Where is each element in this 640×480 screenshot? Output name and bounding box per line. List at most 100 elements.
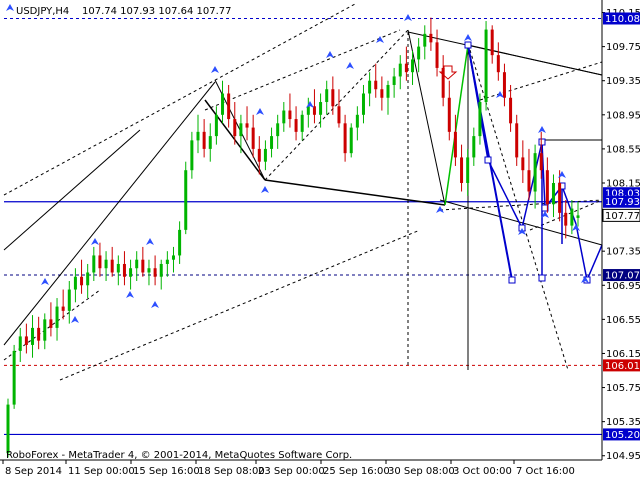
candle-body bbox=[227, 93, 231, 120]
candle-body bbox=[12, 350, 16, 405]
candle-body bbox=[245, 123, 249, 128]
candle-body bbox=[129, 268, 133, 277]
candle-body bbox=[306, 106, 310, 115]
candle-body bbox=[196, 131, 200, 141]
candle-body bbox=[178, 229, 182, 256]
y-tick-label: 108.55 bbox=[606, 144, 640, 155]
candle-body bbox=[55, 306, 59, 328]
x-tick-label: 30 Sep 08:00 bbox=[388, 466, 455, 477]
candle-body bbox=[355, 114, 359, 128]
y-tick-label: 104.95 bbox=[606, 451, 640, 462]
x-tick-label: 3 Oct 00:00 bbox=[453, 466, 512, 477]
candle-body bbox=[423, 33, 427, 47]
candle-body bbox=[343, 123, 347, 154]
candle-body bbox=[37, 327, 41, 341]
candle-body bbox=[466, 157, 470, 183]
y-tick-label: 109.75 bbox=[606, 42, 640, 53]
ohlc-values: 107.74 107.93 107.64 107.77 bbox=[82, 6, 232, 17]
x-tick-label: 25 Sep 16:00 bbox=[323, 466, 390, 477]
candle-body bbox=[153, 268, 157, 277]
candle-body bbox=[331, 89, 335, 107]
candle-body bbox=[257, 148, 261, 162]
candle bbox=[6, 398, 10, 458]
candle-body bbox=[61, 306, 65, 311]
copyright-text: RoboForex - MetaTrader 4, © 2001-2014, M… bbox=[6, 450, 352, 461]
candle-body bbox=[478, 102, 482, 137]
candle-body bbox=[441, 67, 445, 98]
candle-body bbox=[527, 170, 531, 192]
candle-body bbox=[417, 46, 421, 60]
y-tick-label: 109.35 bbox=[606, 76, 640, 87]
candle-body bbox=[80, 276, 84, 286]
candle-body bbox=[472, 136, 476, 158]
candle-body bbox=[392, 76, 396, 85]
wave-node bbox=[484, 156, 492, 164]
candle-body bbox=[116, 263, 120, 273]
price-tag-label: 105.20 bbox=[605, 430, 640, 441]
y-tick-label: 108.95 bbox=[606, 110, 640, 121]
candle-body bbox=[24, 336, 28, 345]
candle-body bbox=[6, 404, 10, 454]
candle-body bbox=[515, 123, 519, 158]
candle bbox=[349, 123, 353, 158]
candle-body bbox=[294, 119, 298, 132]
price-tag-label: 106.01 bbox=[605, 361, 640, 372]
candle-body bbox=[263, 148, 267, 162]
candle-body bbox=[104, 259, 108, 269]
candle-body bbox=[300, 114, 304, 132]
candle-body bbox=[190, 140, 194, 171]
candle-body bbox=[159, 263, 163, 277]
chart-header: USDJPY,H4 bbox=[16, 6, 69, 17]
candle-body bbox=[570, 208, 574, 226]
candle-body bbox=[141, 259, 145, 273]
x-tick-label: 7 Oct 16:00 bbox=[516, 466, 575, 477]
candle bbox=[184, 161, 188, 235]
candle-body bbox=[165, 259, 169, 264]
candle-body bbox=[288, 110, 292, 120]
candle-body bbox=[564, 212, 568, 226]
y-tick-label: 105.75 bbox=[606, 383, 640, 394]
candle-body bbox=[221, 93, 225, 115]
candle-body bbox=[202, 131, 206, 149]
candle-body bbox=[319, 102, 323, 115]
x-tick-label: 11 Sep 00:00 bbox=[68, 466, 135, 477]
candle-body bbox=[92, 255, 96, 273]
candle-body bbox=[325, 89, 329, 103]
candle-body bbox=[368, 80, 372, 94]
x-tick-label: 23 Sep 00:00 bbox=[258, 466, 325, 477]
x-tick-label: 8 Sep 2014 bbox=[5, 466, 62, 477]
candle-body bbox=[551, 182, 555, 205]
candle-body bbox=[404, 63, 408, 73]
wave-node bbox=[538, 274, 546, 282]
candle-body bbox=[361, 93, 365, 115]
candle-body bbox=[490, 29, 494, 56]
x-tick-label: 15 Sep 16:00 bbox=[133, 466, 200, 477]
wave-node bbox=[464, 41, 472, 49]
candle-body bbox=[545, 170, 549, 205]
candle-body bbox=[86, 272, 90, 286]
candle-body bbox=[509, 97, 513, 124]
x-tick-label: 18 Sep 08:00 bbox=[198, 466, 265, 477]
candle-body bbox=[251, 127, 255, 149]
price-tag-label: 107.93 bbox=[605, 197, 640, 208]
candle-body bbox=[135, 259, 139, 269]
wave-node bbox=[508, 276, 516, 284]
candle-body bbox=[460, 157, 464, 183]
candle-body bbox=[214, 114, 218, 137]
candle-body bbox=[558, 182, 562, 213]
price-tag-label: 107.07 bbox=[605, 271, 640, 282]
candle-body bbox=[496, 55, 500, 73]
candle-body bbox=[233, 119, 237, 137]
y-tick-label: 106.95 bbox=[606, 281, 640, 292]
candle-body bbox=[184, 170, 188, 230]
price-tag-label: 110.08 bbox=[605, 14, 640, 25]
candle-body bbox=[147, 268, 151, 273]
candle-body bbox=[502, 72, 506, 98]
candle-body bbox=[31, 327, 35, 345]
candle-body bbox=[374, 80, 378, 90]
candle-body bbox=[337, 106, 341, 124]
candle-body bbox=[49, 319, 53, 328]
candle-body bbox=[576, 215, 580, 218]
candle-body bbox=[239, 123, 243, 137]
candle-body bbox=[208, 136, 212, 149]
